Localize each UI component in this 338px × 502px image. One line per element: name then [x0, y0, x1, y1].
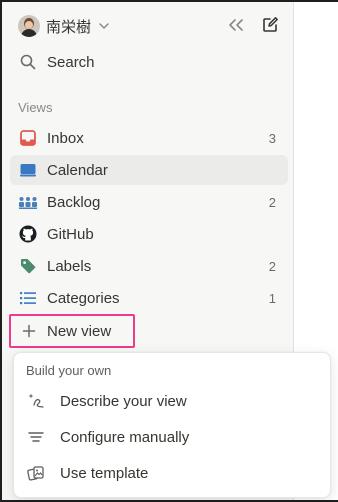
menu-item-label: Configure manually [60, 428, 190, 446]
template-icon [26, 463, 46, 483]
view-item-label: Categories [47, 289, 120, 307]
backlog-icon [18, 192, 38, 212]
search-label: Search [47, 53, 95, 71]
plus-icon [19, 324, 39, 338]
list-icon [18, 288, 38, 308]
views-section-title: Views [18, 100, 53, 115]
menu-section-title: Build your own [26, 363, 112, 378]
view-item-label: Calendar [47, 161, 108, 179]
search-icon [18, 52, 38, 72]
view-item-label: GitHub [47, 225, 94, 243]
menu-item-label: Use template [60, 464, 149, 482]
menu-item-describe-view[interactable]: Describe your view [20, 386, 326, 416]
view-item-calendar[interactable]: Calendar [10, 155, 288, 185]
view-item-labels[interactable]: Labels 2 [10, 251, 288, 281]
search-button[interactable]: Search [10, 47, 288, 77]
tag-icon [18, 256, 38, 276]
workspace-name: 南栄樹 [46, 18, 92, 36]
menu-item-use-template[interactable]: Use template [20, 458, 326, 488]
new-view-menu: Build your own Describe your view Config… [13, 352, 331, 498]
new-page-icon[interactable] [259, 14, 281, 36]
menu-item-label: Describe your view [60, 392, 187, 410]
new-view-button[interactable]: New view [9, 314, 135, 348]
new-view-label: New view [47, 322, 112, 340]
view-item-label: Inbox [47, 129, 84, 147]
sparkle-pen-icon [26, 391, 46, 411]
filter-lines-icon [26, 427, 46, 447]
inbox-icon [18, 128, 38, 148]
sidebar-top-actions [225, 14, 281, 36]
chevron-down-icon [99, 23, 109, 29]
view-item-count: 3 [268, 130, 276, 146]
github-icon [18, 224, 38, 244]
view-item-categories[interactable]: Categories 1 [10, 283, 288, 313]
view-item-label: Backlog [47, 193, 101, 211]
view-item-label: Labels [47, 257, 92, 275]
view-item-count: 1 [268, 290, 276, 306]
collapse-sidebar-icon[interactable] [225, 14, 247, 36]
view-item-inbox[interactable]: Inbox 3 [10, 123, 288, 153]
view-item-count: 2 [268, 194, 276, 210]
menu-item-configure-manually[interactable]: Configure manually [20, 422, 326, 452]
view-item-github[interactable]: GitHub [10, 219, 288, 249]
avatar [18, 15, 40, 37]
workspace-switcher[interactable]: 南栄樹 [18, 14, 111, 38]
view-item-backlog[interactable]: Backlog 2 [10, 187, 288, 217]
view-item-count: 2 [268, 258, 276, 274]
calendar-icon [18, 160, 38, 180]
